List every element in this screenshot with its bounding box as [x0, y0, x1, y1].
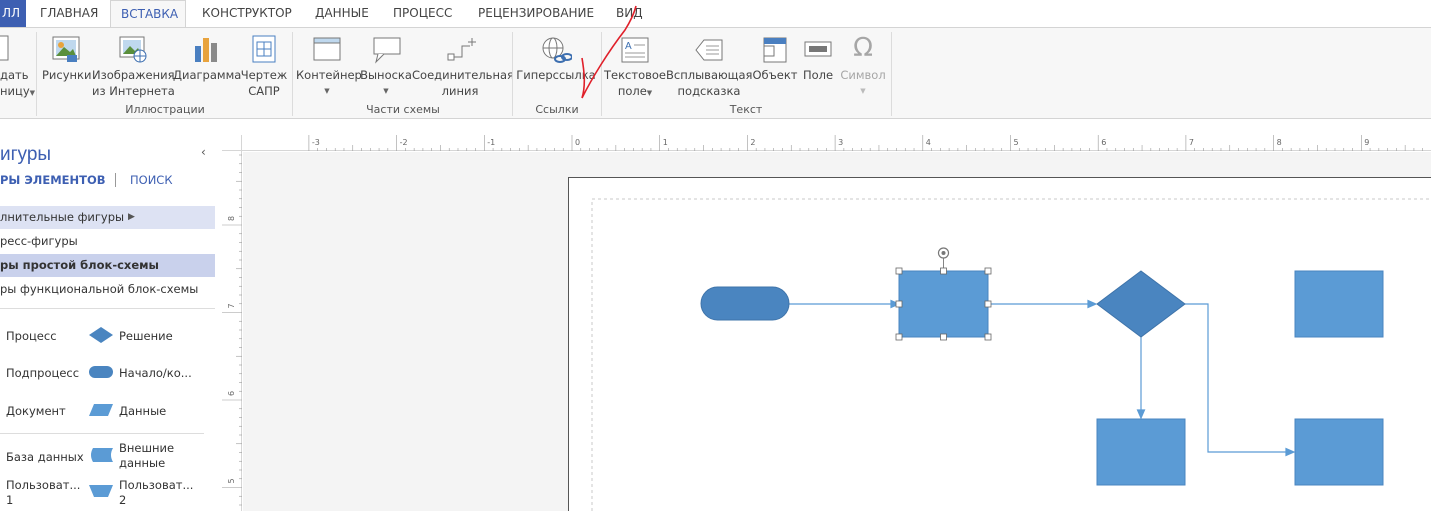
- process-shape[interactable]: [1294, 270, 1384, 338]
- arrowhead-icon: [1136, 409, 1146, 420]
- process-shape[interactable]: [1294, 418, 1384, 486]
- start-end-shape[interactable]: [700, 286, 790, 321]
- arrowhead-icon: [1087, 299, 1098, 309]
- decision-shape[interactable]: [1096, 270, 1186, 338]
- rotate-icon[interactable]: [937, 247, 950, 259]
- connector-line[interactable]: [1185, 303, 1288, 453]
- arrowhead-icon: [1285, 447, 1296, 457]
- process-shape-selected[interactable]: [898, 270, 989, 338]
- flowchart-diagram: [591, 198, 1431, 511]
- process-shape[interactable]: [1096, 418, 1186, 486]
